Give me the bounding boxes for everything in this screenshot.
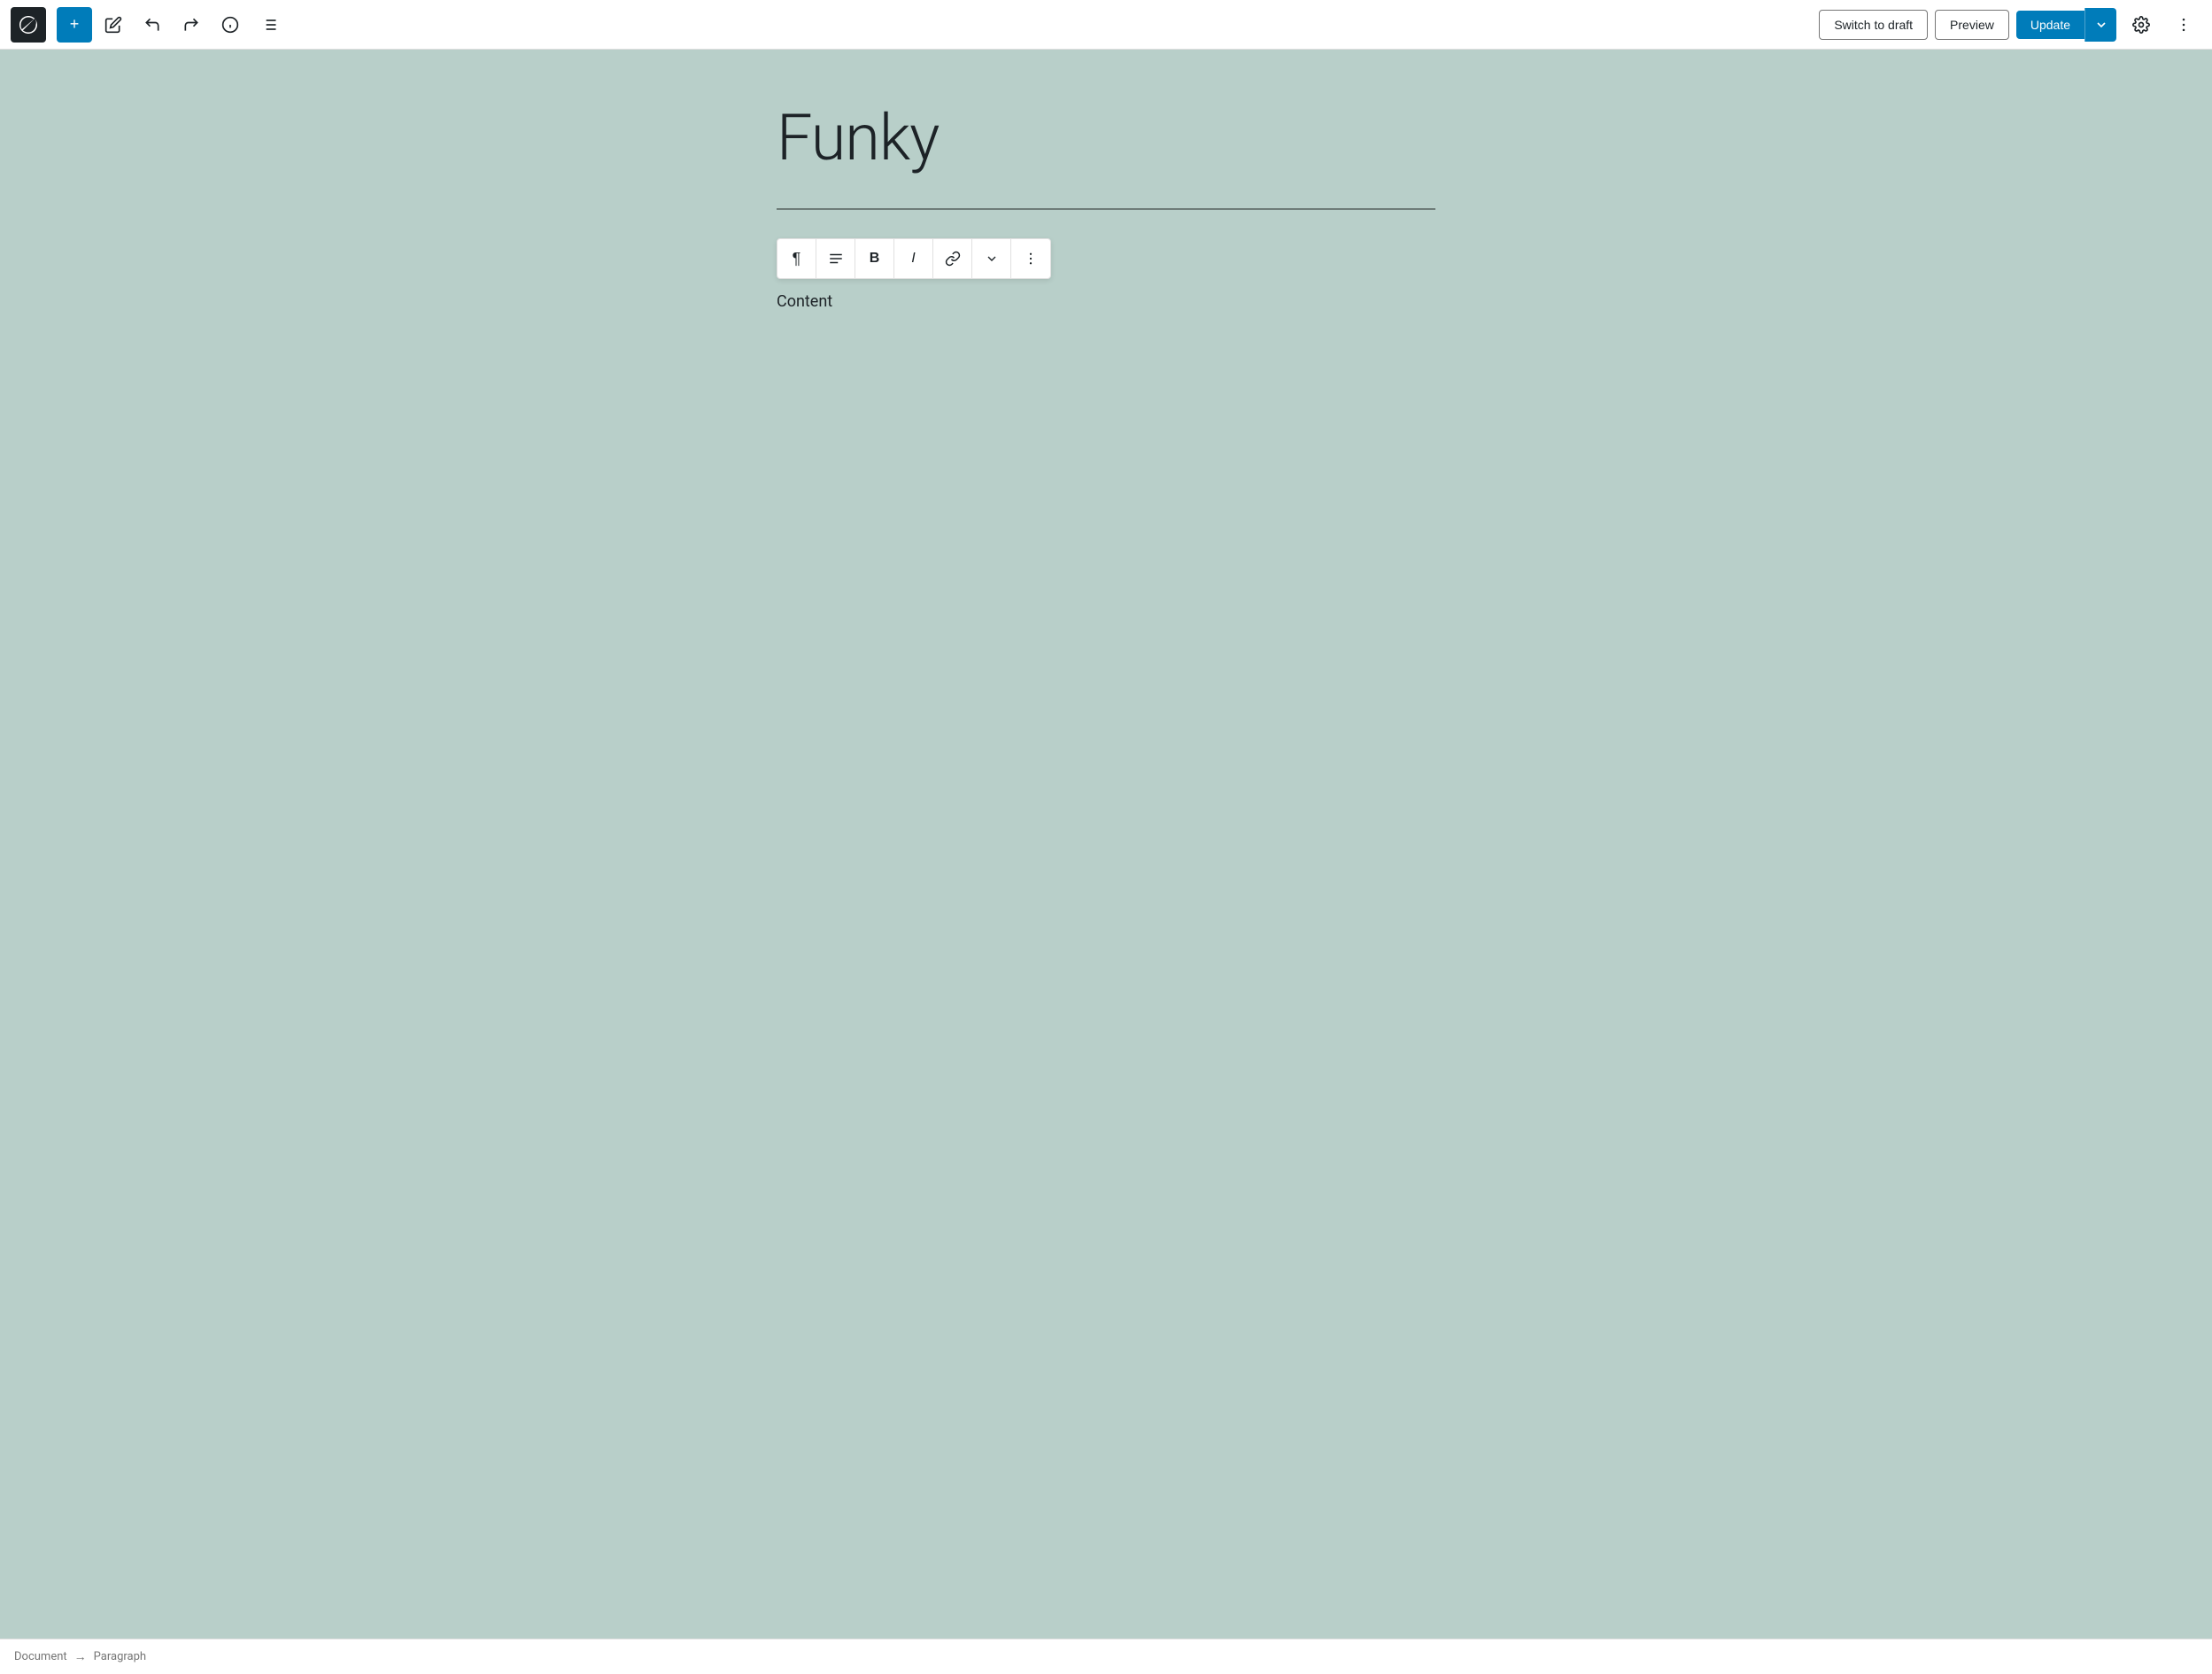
post-title[interactable]: Funky [777, 103, 1435, 173]
switch-to-draft-button[interactable]: Switch to draft [1819, 10, 1928, 40]
update-button[interactable]: Update [2016, 11, 2084, 39]
breadcrumb-separator: → [74, 1649, 87, 1664]
block-more-options-button[interactable] [1011, 239, 1050, 278]
breadcrumb-document[interactable]: Document [14, 1650, 67, 1663]
editor-area: Funky ¶ B I [0, 50, 2212, 1639]
chevron-down-small-icon [985, 252, 999, 266]
list-view-icon [260, 16, 278, 34]
paragraph-type-button[interactable]: ¶ [777, 239, 816, 278]
update-button-group: Update [2016, 8, 2116, 42]
chevron-down-icon [2094, 18, 2108, 32]
pencil-icon [104, 16, 122, 34]
more-vertical-icon [2175, 16, 2193, 34]
post-separator [777, 208, 1435, 210]
list-view-button[interactable] [251, 7, 287, 43]
gear-icon [2132, 16, 2150, 34]
block-toolbar: ¶ B I [777, 238, 1051, 279]
redo-icon [182, 16, 200, 34]
undo-button[interactable] [135, 7, 170, 43]
preview-button[interactable]: Preview [1935, 10, 2009, 40]
wordpress-logo [11, 7, 46, 43]
editor-content: Funky ¶ B I [734, 103, 1478, 315]
settings-button[interactable] [2123, 7, 2159, 43]
align-button[interactable] [816, 239, 855, 278]
tools-button[interactable] [96, 7, 131, 43]
breadcrumb-paragraph[interactable]: Paragraph [94, 1650, 146, 1663]
wp-logo-icon [18, 14, 39, 35]
link-icon [945, 251, 961, 267]
link-button[interactable] [933, 239, 972, 278]
bold-button[interactable]: B [855, 239, 894, 278]
undo-icon [143, 16, 161, 34]
info-button[interactable] [213, 7, 248, 43]
align-icon [828, 251, 844, 267]
paragraph-block[interactable]: Content [777, 290, 1435, 315]
add-block-button[interactable]: + [57, 7, 92, 43]
more-vertical-small-icon [1023, 251, 1039, 267]
italic-button[interactable]: I [894, 239, 933, 278]
bottom-bar: Document → Paragraph [0, 1639, 2212, 1674]
more-rich-text-button[interactable] [972, 239, 1011, 278]
toolbar-left-group: + [11, 7, 287, 43]
info-icon [221, 16, 239, 34]
toolbar-right-group: Switch to draft Preview Update [1819, 7, 2201, 43]
redo-button[interactable] [174, 7, 209, 43]
update-chevron-button[interactable] [2084, 8, 2116, 42]
top-toolbar: + [0, 0, 2212, 50]
more-options-button[interactable] [2166, 7, 2201, 43]
